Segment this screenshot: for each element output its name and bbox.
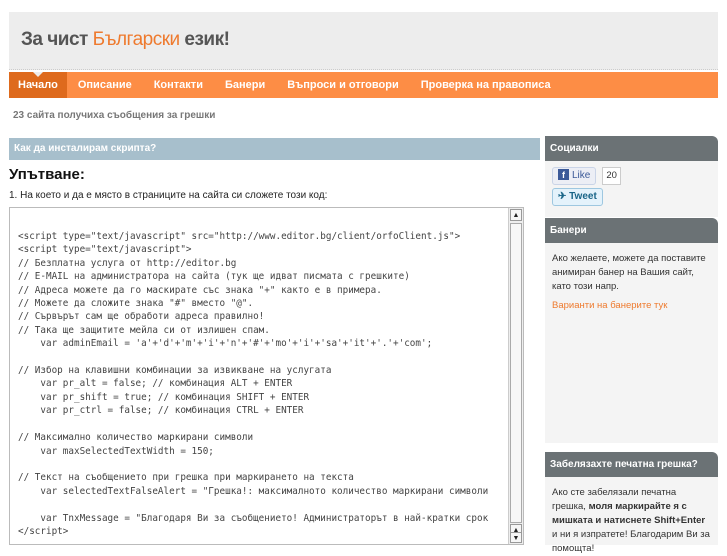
- tweet-label: Tweet: [569, 191, 597, 202]
- instructions-step: 1. На което и да е място в страниците на…: [9, 190, 328, 201]
- error-counter: 23 сайта получиха съобщения за грешки: [13, 110, 216, 121]
- site-header: За чист Български език!: [9, 12, 718, 70]
- typo-panel: Ако сте забелязали печатна грешка, моля …: [545, 477, 718, 554]
- nav-description[interactable]: Описание: [67, 72, 143, 98]
- social-panel: f Like 20 ✈ Tweet: [545, 161, 718, 217]
- nav-spellcheck[interactable]: Проверка на правописа: [410, 72, 562, 98]
- code-content[interactable]: <script type="text/javascript" src="http…: [18, 230, 508, 538]
- scrollbar[interactable]: ▲ ▲ ▼: [508, 208, 523, 544]
- banners-text: Ако желаете, можете да поставите анимира…: [552, 253, 706, 292]
- title-part: език!: [179, 29, 230, 50]
- banners-panel: Ако желаете, можете да поставите анимира…: [545, 243, 718, 443]
- facebook-like-button[interactable]: f Like: [552, 167, 597, 185]
- title-part: За чист: [21, 29, 93, 50]
- section-title: Как да инсталирам скрипта?: [9, 138, 540, 160]
- instructions-heading: Упътване:: [9, 166, 85, 183]
- twitter-bird-icon: ✈: [558, 191, 567, 202]
- like-label: Like: [572, 170, 591, 181]
- scroll-up-icon[interactable]: ▲: [510, 209, 522, 221]
- scrollbar-thumb[interactable]: [510, 223, 522, 523]
- typo-header: Забелязахте печатна грешка?: [545, 452, 718, 477]
- tweet-button[interactable]: ✈ Tweet: [552, 188, 603, 206]
- banners-header: Банери: [545, 218, 718, 243]
- site-title[interactable]: За чист Български език!: [21, 29, 230, 51]
- nav-banners[interactable]: Банери: [214, 72, 276, 98]
- title-highlight: Български: [92, 29, 181, 50]
- facebook-icon: f: [558, 169, 569, 180]
- nav-faq[interactable]: Въпроси и отговори: [276, 72, 409, 98]
- social-header: Социалки: [545, 136, 718, 161]
- scroll-down-icon[interactable]: ▼: [510, 532, 522, 543]
- code-textarea[interactable]: <script type="text/javascript" src="http…: [9, 207, 524, 545]
- banners-link[interactable]: Варианти на банерите тук: [552, 300, 667, 311]
- nav-contacts[interactable]: Контакти: [143, 72, 214, 98]
- like-count: 20: [602, 167, 621, 185]
- nav-home[interactable]: Начало: [9, 72, 67, 98]
- main-nav: Начало Описание Контакти Банери Въпроси …: [9, 72, 718, 98]
- typo-text: и ни я изпратете! Благодарим Ви за помощ…: [552, 529, 710, 554]
